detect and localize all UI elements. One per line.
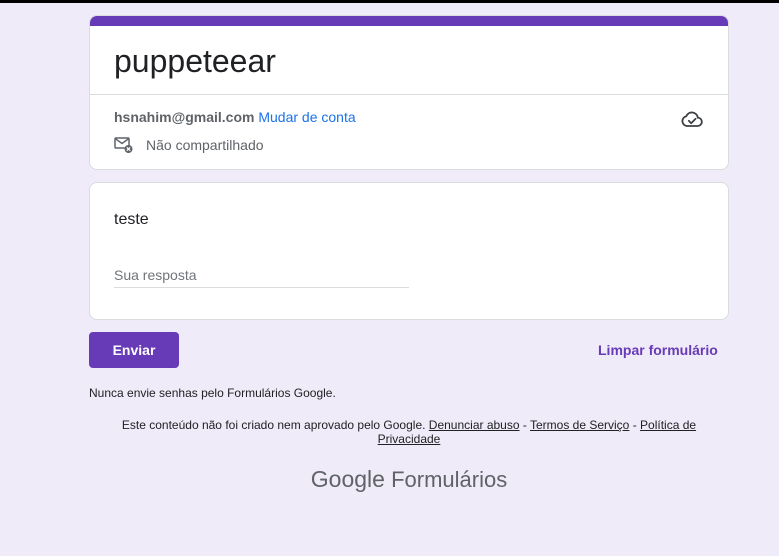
cloud-check-icon[interactable] (680, 108, 704, 130)
question-title: teste (114, 211, 149, 228)
form-header-card: puppeteear hsnahim@gmail.com Mudar de co… (89, 15, 729, 170)
logo-forms-text: Formulários (391, 467, 508, 492)
mail-not-shared-icon (114, 137, 133, 153)
account-row: hsnahim@gmail.com Mudar de conta (114, 108, 356, 126)
logo-google-text: Google (310, 466, 385, 492)
clear-form-link[interactable]: Limpar formulário (598, 342, 718, 358)
answer-input[interactable] (114, 263, 409, 288)
separator: - (519, 418, 530, 432)
report-abuse-link[interactable]: Denunciar abuso (429, 418, 520, 432)
submit-button[interactable]: Enviar (89, 332, 179, 368)
window-top-border (0, 0, 779, 3)
question-card: teste (89, 182, 729, 320)
header-divider (90, 94, 728, 95)
form-accent-bar (90, 16, 728, 26)
form-title: puppeteear (114, 43, 276, 79)
google-forms-logo[interactable]: Google Formulários (89, 466, 729, 493)
share-status-text: Não compartilhado (146, 137, 264, 153)
share-status-row: Não compartilhado (114, 135, 264, 155)
switch-account-link[interactable]: Mudar de conta (258, 109, 355, 125)
footer-disclaimer: Este conteúdo não foi criado nem aprovad… (89, 418, 729, 446)
account-email: hsnahim@gmail.com (114, 109, 255, 125)
separator: - (629, 418, 641, 432)
terms-link[interactable]: Termos de Serviço (530, 418, 629, 432)
disclaimer-text: Este conteúdo não foi criado nem aprovad… (121, 418, 426, 432)
password-warning: Nunca envie senhas pelo Formulários Goog… (89, 386, 336, 400)
